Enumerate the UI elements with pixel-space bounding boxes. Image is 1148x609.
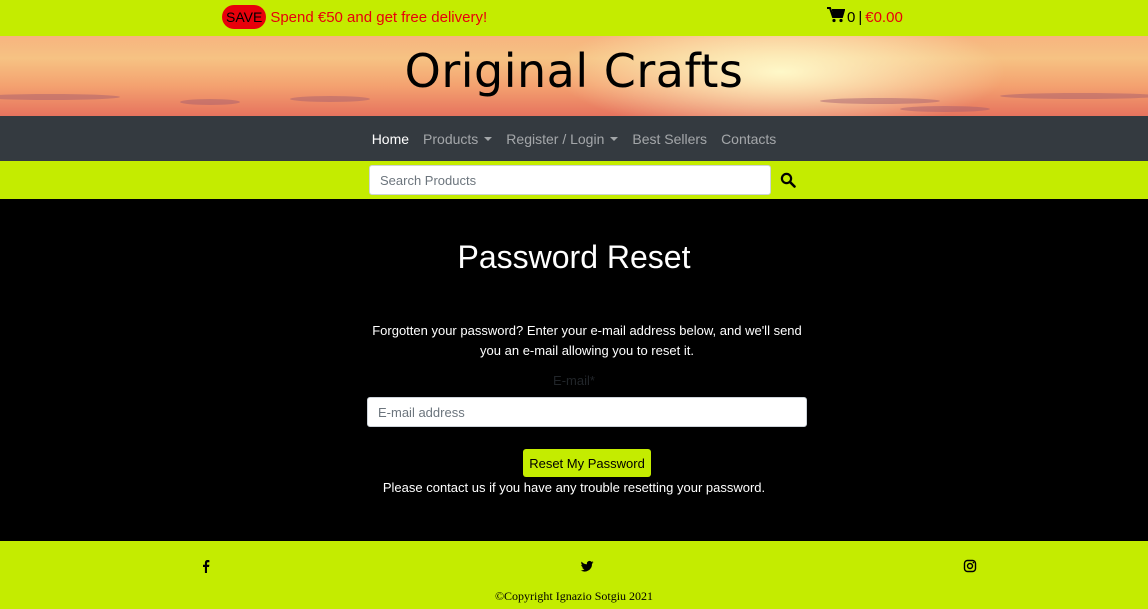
email-field[interactable] [367, 397, 807, 427]
nav-item-products[interactable]: Products [416, 131, 499, 147]
cart-separator: | [858, 8, 863, 26]
password-reset-section: Password Reset Forgotten your password? … [0, 199, 1148, 541]
cart-total: €0.00 [865, 8, 903, 26]
nav-item-best-sellers[interactable]: Best Sellers [625, 131, 714, 147]
facebook-icon[interactable] [199, 559, 213, 573]
search-bar [0, 161, 1148, 199]
promo-text: Spend €50 and get free delivery! [270, 8, 488, 26]
nav-item-contacts[interactable]: Contacts [714, 131, 783, 147]
nav-item-home[interactable]: Home [365, 131, 416, 147]
copyright-text: ©Copyright Ignazio Sotgiu 2021 [494, 589, 654, 603]
search-input[interactable] [369, 165, 771, 195]
reset-instructions: Forgotten your password? Enter your e-ma… [372, 323, 802, 358]
shopping-cart-icon [827, 7, 847, 27]
save-badge: SAVE [222, 5, 267, 29]
nav-item-label: Register / Login [506, 130, 605, 147]
cart-count: 0 [847, 8, 856, 26]
instagram-icon[interactable] [963, 559, 977, 573]
nav-item-label: Products [423, 130, 479, 147]
twitter-icon[interactable] [580, 559, 594, 573]
nav-item-register-login[interactable]: Register / Login [499, 131, 625, 147]
email-label: E-mail* [553, 373, 595, 388]
main-nav: Home Products Register / Login Best Sell… [0, 116, 1148, 161]
caret-down-icon [610, 136, 619, 141]
cart-link[interactable]: 0 | €0.00 [827, 7, 903, 27]
nav-item-label: Contacts [721, 130, 777, 147]
promo-banner: SAVE Spend €50 and get free delivery! [222, 5, 487, 29]
hero-banner: Original Crafts [0, 36, 1148, 116]
help-text: Please contact us if you have any troubl… [382, 480, 766, 495]
promo-bar: SAVE Spend €50 and get free delivery! 0 … [0, 0, 1148, 36]
page-title: Password Reset [457, 239, 691, 275]
site-title[interactable]: Original Crafts [0, 44, 1148, 98]
reset-password-button[interactable]: Reset My Password [523, 449, 651, 477]
nav-item-label: Best Sellers [632, 130, 708, 147]
caret-down-icon [484, 136, 493, 141]
search-icon[interactable] [780, 172, 796, 188]
footer: ©Copyright Ignazio Sotgiu 2021 [0, 541, 1148, 609]
nav-item-label: Home [371, 130, 410, 147]
